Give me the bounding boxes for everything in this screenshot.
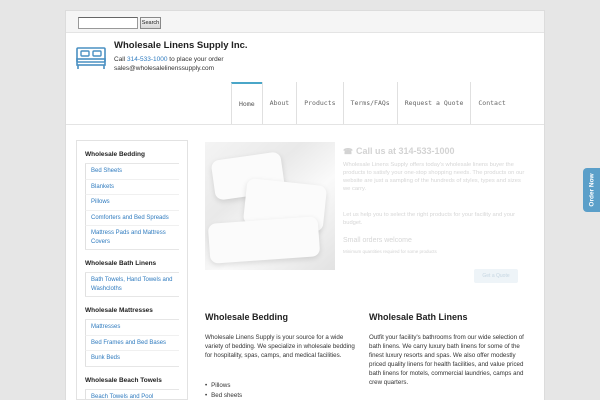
sidebar-item-bunk-beds[interactable]: Bunk Beds [85, 351, 179, 366]
hero-small-orders: Small orders welcome [343, 237, 412, 244]
call-suffix: to place your order [167, 56, 224, 63]
call-prefix: Call [114, 56, 128, 63]
sidebar-item-beach-towels[interactable]: Beach Towels and Pool [85, 389, 179, 399]
search-input[interactable] [78, 17, 138, 29]
bath-text: Outfit your facility's bathrooms from ou… [369, 334, 524, 386]
sidebar-list-mattresses: Mattresses Bed Frames and Bed Bases Bunk… [85, 319, 179, 367]
bedding-list: Pillows Bed sheets [205, 381, 242, 400]
bedding-list-item-bed-sheets: Bed sheets [205, 391, 242, 400]
nav-terms-faqs[interactable]: Terms/FAQs [342, 82, 397, 124]
sidebar-item-bed-frames[interactable]: Bed Frames and Bed Bases [85, 335, 179, 351]
hero-small-note: Minimum quantities required for some pro… [343, 249, 437, 254]
sidebar: Wholesale Bedding Bed Sheets Blankets Pi… [76, 140, 188, 400]
main-nav: Home About Products Terms/FAQs Request a… [231, 82, 513, 124]
nav-about[interactable]: About [261, 82, 297, 124]
bath-title: Wholesale Bath Linens [369, 312, 468, 322]
header-email[interactable]: sales@wholesalelinenssupply.com [114, 64, 224, 73]
bed-icon[interactable] [76, 46, 106, 70]
sidebar-list-beach: Beach Towels and Pool [85, 388, 179, 399]
sidebar-item-bed-sheets[interactable]: Bed Sheets [85, 164, 179, 180]
header-contact: Call 314-533-1000 to place your order sa… [114, 55, 224, 73]
sidebar-heading-bath: Wholesale Bath Linens [85, 260, 157, 267]
sidebar-heading-bedding: Wholesale Bedding [85, 151, 145, 158]
bedding-list-item-pillows: Pillows [205, 381, 242, 391]
search-button[interactable]: Search [140, 17, 161, 29]
hero-quote-button[interactable]: Get a Quote [474, 269, 518, 283]
hero-text-help: Let us help you to select the right prod… [343, 212, 516, 226]
site-title[interactable]: Wholesale Linens Supply Inc. [114, 40, 248, 51]
sidebar-list-bedding: Bed Sheets Blankets Pillows Comforters a… [85, 163, 179, 250]
hero-image-pillows [205, 142, 335, 270]
sidebar-item-bath-towels[interactable]: Bath Towels, Hand Towels and Washcloths [85, 273, 179, 296]
sidebar-item-blankets[interactable]: Blankets [85, 179, 179, 195]
bedding-text: Wholesale Linens Supply is your source f… [205, 334, 355, 359]
nav-products[interactable]: Products [296, 82, 342, 124]
nav-home[interactable]: Home [231, 82, 262, 124]
sidebar-heading-beach: Wholesale Beach Towels [85, 376, 162, 384]
bedding-title: Wholesale Bedding [205, 312, 289, 322]
hero-call-us-text: Call us at 314-533-1000 [355, 146, 455, 156]
sidebar-item-comforters[interactable]: Comforters and Bed Spreads [85, 210, 179, 226]
sidebar-item-pillows[interactable]: Pillows [85, 195, 179, 211]
hero-call-us: ☎ Call us at 314-533-1000 [343, 146, 455, 156]
phone-icon: ☎ [343, 147, 353, 156]
hero-text-intro: Wholesale Linens Supply offers today's w… [343, 162, 525, 192]
order-now-label: Order Now [588, 173, 595, 207]
sidebar-item-mattress-pads[interactable]: Mattress Pads and Mattress Covers [85, 226, 179, 249]
sidebar-item-mattresses[interactable]: Mattresses [85, 320, 179, 336]
order-now-tab[interactable]: Order Now [583, 168, 600, 212]
header-phone-link[interactable]: 314-533-1000 [127, 56, 167, 63]
sidebar-list-bath: Bath Towels, Hand Towels and Washcloths [85, 272, 179, 297]
nav-contact[interactable]: Contact [470, 82, 512, 124]
nav-request-quote[interactable]: Request a Quote [396, 82, 471, 124]
sidebar-heading-mattresses: Wholesale Mattresses [85, 307, 153, 314]
